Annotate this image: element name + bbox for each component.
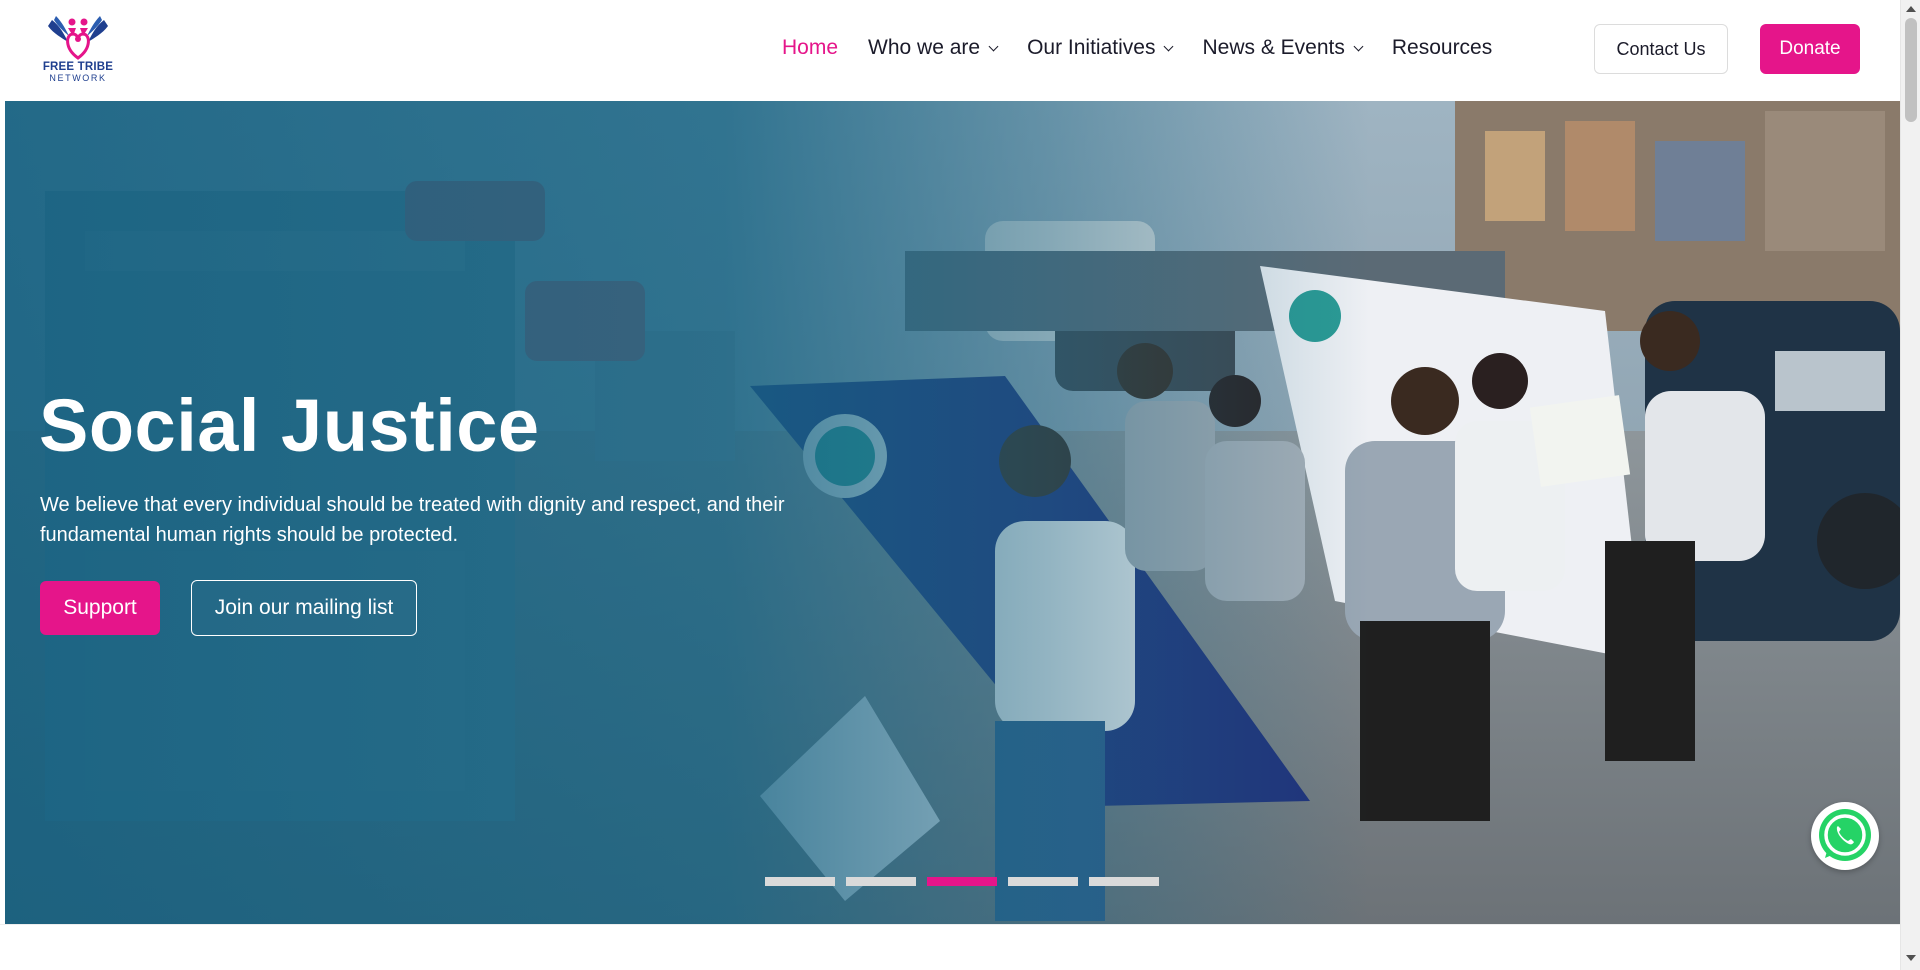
chevron-down-icon — [1353, 41, 1364, 51]
nav-item-label: Our Initiatives — [1027, 36, 1156, 59]
site-logo[interactable]: FREE TRIBE NETWORK — [36, 12, 120, 88]
nav-item-home[interactable]: Home — [782, 36, 838, 60]
slide-indicator-5[interactable] — [1089, 877, 1159, 886]
contact-us-button[interactable]: Contact Us — [1594, 24, 1728, 74]
nav-item-news-events[interactable]: News & Events — [1202, 36, 1364, 60]
slide-indicator-1[interactable] — [765, 877, 835, 886]
support-button[interactable]: Support — [40, 581, 160, 635]
scroll-down-arrow-icon[interactable] — [1906, 955, 1916, 961]
scrollbar-thumb[interactable] — [1905, 18, 1917, 122]
main-nav: Home Who we are Our Initiatives News & E… — [782, 36, 1522, 60]
join-mailing-list-button[interactable]: Join our mailing list — [191, 580, 417, 636]
hero-description: We believe that every individual should … — [40, 494, 785, 546]
nav-item-resources[interactable]: Resources — [1392, 36, 1492, 60]
logo-name-line1: FREE TRIBE — [42, 61, 114, 73]
scroll-up-arrow-icon[interactable] — [1906, 6, 1916, 12]
whatsapp-icon — [1814, 805, 1876, 867]
nav-item-label: Home — [782, 36, 839, 59]
below-fold-section — [0, 924, 1900, 970]
heart-wings-logo-icon — [48, 16, 108, 60]
logo-name-line2: NETWORK — [49, 73, 107, 83]
slide-indicator-3[interactable] — [927, 877, 997, 886]
hero-slider: Social Justice We believe that every ind… — [5, 101, 1900, 924]
donate-button[interactable]: Donate — [1760, 24, 1860, 74]
chevron-down-icon — [988, 41, 999, 51]
site-header: FREE TRIBE NETWORK Home Who we are Our I… — [0, 0, 1900, 101]
logo-wordmark: FREE TRIBE NETWORK — [36, 61, 120, 84]
nav-item-label: Who we are — [868, 36, 981, 59]
slide-indicator-2[interactable] — [846, 877, 916, 886]
slide-indicator-4[interactable] — [1008, 877, 1078, 886]
hero-title: Social Justice — [39, 384, 540, 467]
nav-item-label: News & Events — [1202, 36, 1345, 59]
nav-item-label: Resources — [1391, 36, 1493, 59]
chevron-down-icon — [1164, 41, 1174, 51]
whatsapp-chat-button[interactable] — [1811, 802, 1879, 870]
nav-item-who-we-are[interactable]: Who we are — [868, 36, 999, 60]
nav-item-our-initiatives[interactable]: Our Initiatives — [1027, 36, 1174, 60]
slider-pagination — [765, 877, 1159, 886]
page-scrollbar[interactable] — [1900, 0, 1920, 970]
